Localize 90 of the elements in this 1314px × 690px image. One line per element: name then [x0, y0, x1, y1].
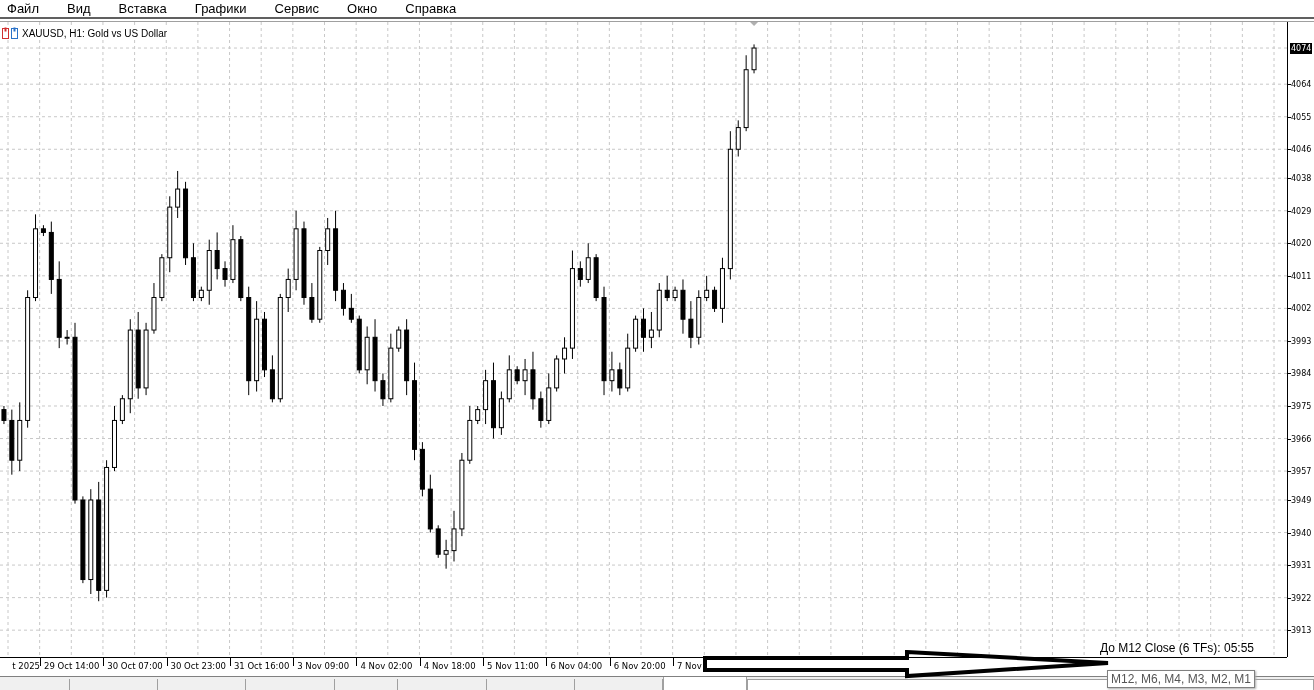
price-label: 3913: [1290, 625, 1313, 637]
candle: [538, 391, 544, 429]
chart-title: XAUUSD, H1: Gold vs US Dollar: [22, 27, 168, 39]
price-label: 3993: [1290, 335, 1313, 347]
candle: [175, 170, 181, 219]
candle: [17, 401, 23, 472]
candle: [593, 253, 599, 302]
candle: [483, 369, 489, 425]
candle: [269, 354, 275, 403]
candle: [751, 43, 757, 74]
menu-item[interactable]: Справка: [398, 1, 464, 16]
candle: [151, 282, 157, 335]
candle: [506, 354, 512, 403]
candle: [325, 217, 331, 266]
candle: [585, 242, 591, 284]
candle: [435, 524, 441, 559]
candle: [514, 365, 520, 385]
price-label: 4011: [1290, 270, 1313, 282]
price-label: 4046: [1290, 144, 1313, 156]
candle: [546, 372, 552, 425]
candle: [198, 286, 204, 302]
candle: [617, 362, 623, 396]
candle: [522, 358, 528, 396]
candle: [9, 409, 15, 476]
candle: [475, 405, 481, 425]
price-label: 3922: [1290, 592, 1313, 604]
candle: [704, 275, 710, 302]
candle: [380, 372, 386, 407]
price-label: 4055: [1290, 111, 1313, 123]
candle: [262, 311, 267, 378]
candle: [159, 253, 165, 302]
price-label: 4064: [1290, 79, 1313, 91]
candle: [735, 119, 741, 157]
candle: [554, 354, 560, 392]
candle: [443, 539, 449, 570]
tooltip: M12, M6, M4, M3, M2, M1: [1107, 670, 1256, 688]
price-label: 3966: [1290, 433, 1313, 445]
price-label: 3984: [1290, 368, 1313, 380]
candle: [348, 293, 354, 324]
candle: [467, 405, 473, 465]
price-label: 4029: [1290, 205, 1313, 217]
countdown-text: До M12 Close (6 TFs): 05:55: [1098, 641, 1255, 655]
candle: [641, 307, 646, 353]
menu-item[interactable]: Вставка: [111, 1, 174, 16]
candle: [648, 311, 654, 349]
candle: [451, 510, 457, 562]
menu-item[interactable]: Вид: [59, 1, 98, 16]
price-label: 3975: [1290, 401, 1313, 412]
candle: [680, 278, 686, 335]
candle: [577, 260, 583, 288]
candle: [1, 405, 7, 425]
candle: [64, 329, 70, 345]
candle: [609, 351, 615, 392]
candle: [688, 300, 694, 349]
price-label: 3949: [1290, 495, 1313, 506]
chart-tab[interactable]: [663, 677, 747, 690]
current-price-label: 4074: [1290, 43, 1313, 55]
candle: [427, 474, 433, 534]
candle: [672, 286, 678, 302]
candle: [664, 275, 670, 302]
candle: [119, 394, 125, 425]
candle: [530, 351, 536, 411]
candle: [206, 239, 212, 306]
candle: [656, 282, 662, 338]
candle: [396, 325, 402, 353]
shift-marker-icon: [750, 22, 759, 26]
menu-item[interactable]: Графики: [187, 1, 254, 16]
price-label: 4038: [1290, 173, 1313, 185]
candle: [230, 224, 236, 284]
candle: [222, 260, 228, 288]
price-label: 4002: [1290, 303, 1313, 315]
candle: [112, 405, 117, 472]
candle: [633, 315, 639, 353]
price-label: 3931: [1290, 560, 1313, 572]
candle: [238, 235, 244, 302]
menu-item[interactable]: Сервис: [267, 1, 327, 16]
candle: [309, 282, 315, 324]
candle: [356, 315, 362, 374]
price-label: 4020: [1290, 238, 1313, 250]
candle: [498, 391, 504, 436]
candle: [285, 268, 291, 313]
candle: [696, 289, 702, 345]
candle: [625, 333, 631, 392]
menu-item[interactable]: Файл: [0, 1, 46, 16]
menu-item[interactable]: Окно: [340, 1, 385, 16]
candle: [214, 231, 220, 280]
price-label: 3940: [1290, 527, 1313, 539]
candle: [364, 325, 370, 385]
candle: [388, 333, 394, 403]
price-label: 3957: [1290, 466, 1313, 478]
